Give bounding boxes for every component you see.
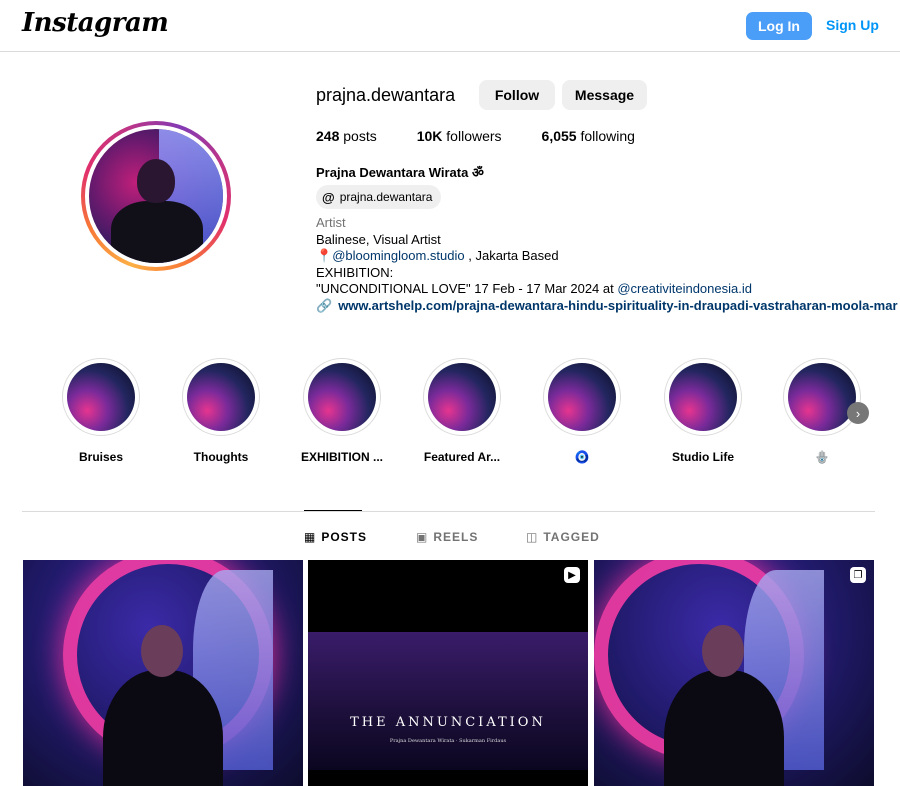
- highlight-label: Studio Life: [672, 450, 734, 464]
- pin-icon: 📍: [316, 248, 333, 263]
- instagram-logo[interactable]: Instagram: [22, 8, 169, 38]
- profile-bio: Artist Balinese, Visual Artist 📍@bloomin…: [316, 215, 900, 314]
- highlight-item[interactable]: Studio Life: [653, 358, 753, 464]
- bio-line: EXHIBITION:: [316, 264, 394, 280]
- carousel-icon: ❐: [850, 567, 866, 583]
- highlight-cover: [62, 358, 140, 436]
- message-button[interactable]: Message: [562, 80, 647, 110]
- highlight-label: EXHIBITION ...: [300, 450, 383, 464]
- threads-handle: prajna.dewantara: [339, 190, 433, 204]
- tab-posts[interactable]: ▦ POSTS: [304, 530, 367, 544]
- bio-link-row[interactable]: 🔗 www.artshelp.com/prajna-dewantara-hindu…: [316, 298, 900, 315]
- reel-thumbnail: [308, 632, 588, 770]
- reel-title: THE ANNUNCIATION: [350, 715, 546, 730]
- grid-icon: ▦: [304, 530, 317, 544]
- post-tile[interactable]: ❐: [594, 560, 874, 786]
- tagged-icon: ◫: [526, 530, 539, 544]
- tabs-divider: [22, 511, 875, 512]
- active-tab-indicator: [304, 510, 362, 511]
- highlight-cover: [182, 358, 260, 436]
- profile-stats: 248 posts 10K followers 6,055 following: [316, 128, 675, 144]
- profile-username: prajna.dewantara: [316, 85, 456, 105]
- reel-credits: Prajna Dewantara Wirata · Sukarman Firda…: [389, 738, 507, 744]
- highlight-item[interactable]: 🧿: [532, 358, 632, 464]
- highlight-item[interactable]: EXHIBITION ...: [292, 358, 392, 464]
- tab-tagged[interactable]: ◫ TAGGED: [526, 530, 600, 544]
- threads-icon: @: [322, 189, 335, 205]
- highlight-cover: [664, 358, 742, 436]
- reels-icon: ▣: [416, 530, 429, 544]
- highlight-cover: [423, 358, 501, 436]
- studio-mention-link[interactable]: @bloomingloom.studio: [332, 248, 464, 263]
- profile-full-name: Prajna Dewantara Wirata ॐ: [316, 165, 484, 180]
- post-tile[interactable]: [23, 560, 303, 786]
- bio-line: "UNCONDITIONAL LOVE" 17 Feb - 17 Mar 202…: [316, 281, 752, 296]
- threads-badge[interactable]: @ prajna.dewantara: [316, 185, 442, 209]
- external-link[interactable]: www.artshelp.com/prajna-dewantara-hindu-…: [338, 298, 897, 313]
- highlight-cover: [783, 358, 861, 436]
- bio-line: 📍@bloomingloom.studio , Jakarta Based: [316, 248, 559, 263]
- avatar-border: [85, 125, 227, 267]
- avatar-image: [89, 129, 223, 263]
- highlight-label: 🧿: [574, 450, 590, 464]
- highlight-item[interactable]: Featured Ar...: [412, 358, 512, 464]
- follow-button[interactable]: Follow: [479, 80, 555, 110]
- signup-link[interactable]: Sign Up: [826, 17, 879, 33]
- exhibition-mention-link[interactable]: @creativiteindonesia.id: [617, 281, 752, 296]
- top-bar: Instagram Log In Sign Up: [0, 0, 900, 52]
- reel-icon: ▶: [564, 567, 580, 583]
- profile-category: Artist: [316, 215, 346, 230]
- post-tile[interactable]: THE ANNUNCIATION Prajna Dewantara Wirata…: [308, 560, 588, 786]
- chevron-right-icon[interactable]: ›: [847, 402, 869, 424]
- highlight-label: Thoughts: [193, 450, 249, 464]
- link-icon: 🔗: [316, 297, 333, 313]
- highlight-item[interactable]: Bruises: [51, 358, 151, 464]
- highlight-label: Featured Ar...: [423, 450, 501, 464]
- followers-count[interactable]: 10K followers: [417, 128, 502, 144]
- profile-avatar[interactable]: [81, 121, 231, 271]
- highlight-label: 🪬: [814, 450, 830, 464]
- highlight-cover: [543, 358, 621, 436]
- tab-reels[interactable]: ▣ REELS: [416, 530, 478, 544]
- bio-line: Balinese, Visual Artist: [316, 231, 441, 247]
- login-button[interactable]: Log In: [746, 12, 812, 40]
- posts-count: 248 posts: [316, 128, 377, 144]
- highlight-label: Bruises: [78, 450, 124, 464]
- highlight-item[interactable]: Thoughts: [171, 358, 271, 464]
- highlight-cover: [303, 358, 381, 436]
- following-count[interactable]: 6,055 following: [542, 128, 635, 144]
